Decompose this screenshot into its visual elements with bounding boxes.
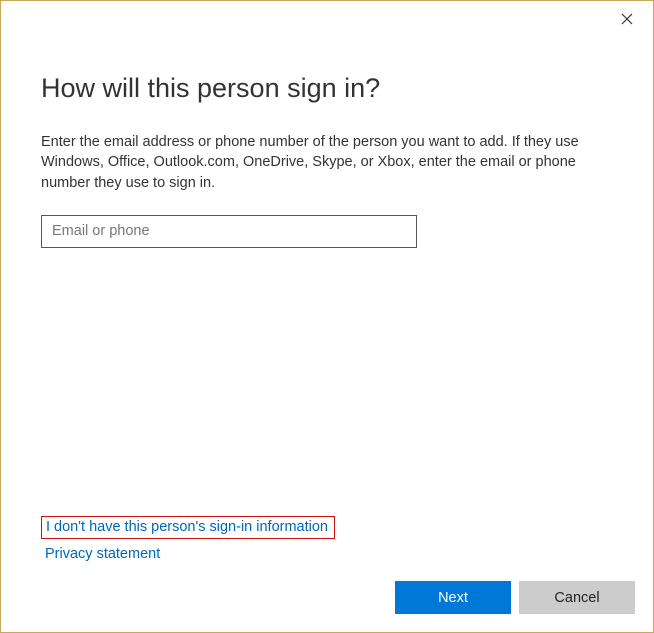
button-row: Next Cancel — [1, 581, 653, 632]
cancel-button[interactable]: Cancel — [519, 581, 635, 614]
next-button[interactable]: Next — [395, 581, 511, 614]
page-title: How will this person sign in? — [41, 73, 613, 104]
email-or-phone-input[interactable] — [41, 215, 417, 248]
close-button[interactable] — [609, 5, 645, 33]
links-section: I don't have this person's sign-in infor… — [41, 516, 613, 563]
privacy-statement-link[interactable]: Privacy statement — [41, 546, 160, 562]
no-sign-in-info-link[interactable]: I don't have this person's sign-in infor… — [41, 516, 335, 539]
spacer — [41, 248, 613, 516]
description-text: Enter the email address or phone number … — [41, 132, 601, 193]
close-icon — [621, 13, 633, 25]
dialog-content: How will this person sign in? Enter the … — [1, 1, 653, 581]
